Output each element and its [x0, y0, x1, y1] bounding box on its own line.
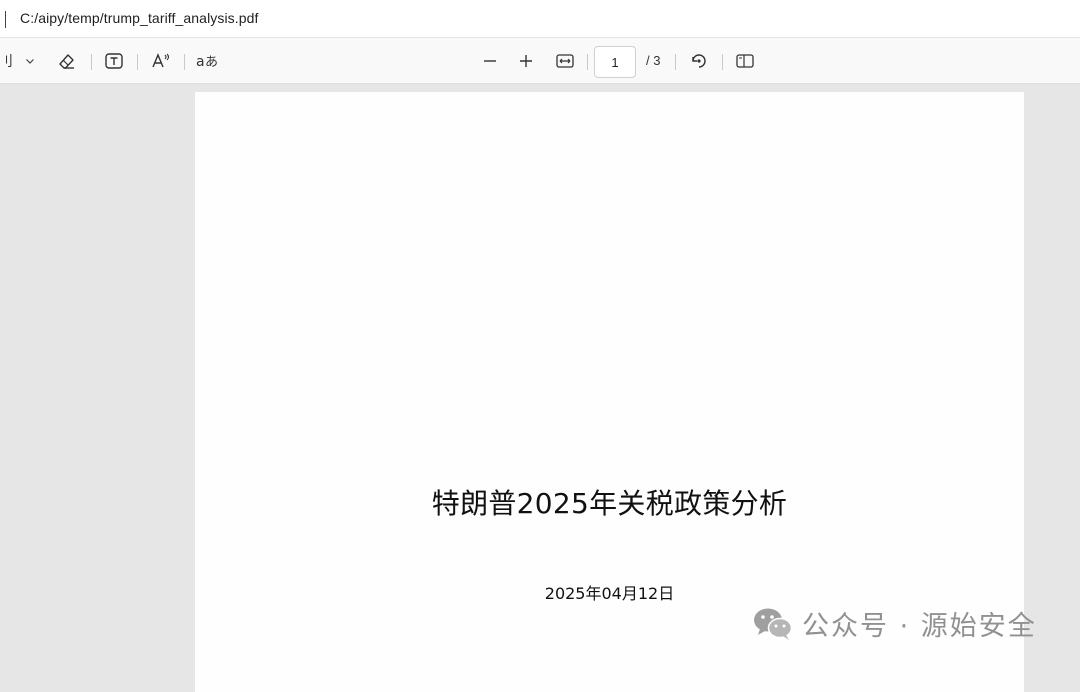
zoom-in-button[interactable] [514, 38, 538, 84]
page-view-button[interactable] [732, 38, 758, 84]
toolbar-separator [137, 54, 138, 70]
rotate-icon [692, 54, 706, 68]
watermark-text: 公众号 · 源始安全 [802, 610, 1037, 642]
erase-button[interactable] [54, 38, 80, 84]
address-bar[interactable]: C:/aipy/temp/trump_tariff_analysis.pdf [0, 0, 1080, 38]
svg-text:あ: あ [205, 55, 218, 70]
document-date: 2025年04月12日 [544, 584, 675, 603]
translate-button[interactable]: a あ [194, 38, 220, 84]
zoom-out-button[interactable] [478, 38, 502, 84]
rotate-button[interactable] [686, 38, 712, 84]
eraser-icon [59, 54, 74, 69]
svg-text:a: a [196, 54, 205, 70]
toolbar-separator [675, 54, 676, 70]
toolbar-separator [184, 54, 185, 70]
draw-dropdown[interactable] [20, 38, 40, 84]
text-caret [5, 11, 6, 28]
plus-icon [520, 55, 532, 67]
page-number-input[interactable] [594, 46, 636, 78]
chevron-down-icon [26, 59, 34, 64]
text-box-icon [105, 53, 123, 69]
wechat-icon [754, 608, 793, 640]
toolbar-separator [587, 54, 588, 70]
toolbar-separator [91, 54, 92, 70]
read-aloud-button[interactable] [148, 38, 174, 84]
pdf-viewer[interactable]: 特朗普2025年关税政策分析 2025年04月12日 [0, 84, 1080, 692]
toolbar-separator [722, 54, 723, 70]
draw-button[interactable]: 刂 [0, 38, 16, 84]
fit-width-button[interactable] [552, 38, 578, 84]
watermark: 公众号 · 源始安全 [752, 603, 1037, 643]
translate-icon: a あ [196, 54, 218, 70]
add-text-button[interactable] [102, 38, 126, 84]
address-text[interactable]: C:/aipy/temp/trump_tariff_analysis.pdf [20, 10, 259, 26]
minus-icon [484, 60, 496, 62]
read-aloud-icon [152, 53, 170, 68]
document-title: 特朗普2025年关税政策分析 [431, 487, 788, 520]
pdf-page: 特朗普2025年关税政策分析 2025年04月12日 [195, 92, 1024, 692]
fit-width-icon [556, 54, 574, 68]
draw-label: 刂 [0, 54, 13, 70]
pdf-toolbar: 刂 a あ 1 / 3 [0, 38, 1080, 84]
page-view-icon [736, 54, 754, 68]
page-total-label: / 3 [646, 53, 661, 68]
